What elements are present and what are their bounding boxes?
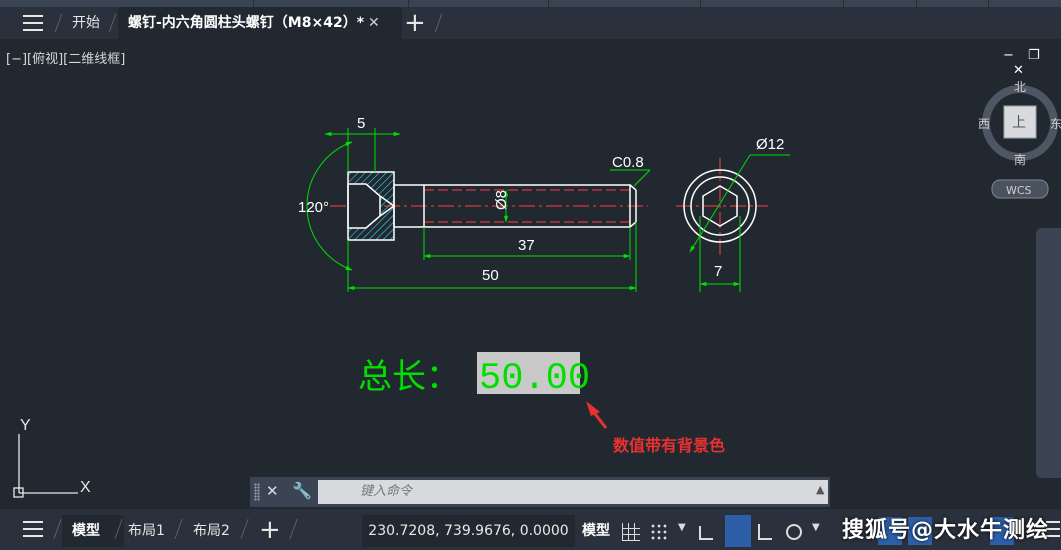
viewcube-south[interactable]: 南 xyxy=(1014,152,1026,167)
navigation-bar[interactable] xyxy=(1036,228,1061,478)
tab-layout2[interactable]: 布局2 xyxy=(193,515,230,547)
chevron-down-icon[interactable]: ▼ xyxy=(812,522,820,533)
command-line: ✕ 🔧 键入命令 ▲ xyxy=(250,477,830,507)
angle-icon[interactable] xyxy=(758,524,772,540)
add-layout-icon[interactable]: + xyxy=(259,517,281,543)
total-length-label: 总长： xyxy=(358,357,460,397)
viewcube-west[interactable]: 西 xyxy=(978,117,990,131)
grip-handle[interactable] xyxy=(254,483,260,501)
command-input[interactable]: 键入命令 xyxy=(318,480,828,504)
ortho-icon[interactable] xyxy=(699,526,713,540)
watermark: 搜狐号@大水牛测绘 xyxy=(842,518,1050,543)
dim-total-length: 50 xyxy=(482,267,499,284)
total-length-value[interactable]: 50.00 xyxy=(479,358,590,400)
ucs-x-label: X xyxy=(80,479,91,496)
dim-hex-width: 7 xyxy=(714,263,722,280)
wrench-icon[interactable]: 🔧 xyxy=(292,481,312,500)
viewcube-north[interactable]: 北 xyxy=(1014,80,1026,94)
ucs-icon xyxy=(13,434,78,498)
coordinate-readout[interactable]: 230.7208, 739.9676, 0.0000 xyxy=(362,515,575,547)
menu-icon[interactable] xyxy=(23,521,43,537)
close-icon[interactable]: ✕ xyxy=(266,482,279,500)
dim-circle-diameter: Ø12 xyxy=(756,136,784,153)
model-space-button[interactable]: 模型 xyxy=(578,515,614,547)
osnap-icon[interactable] xyxy=(786,524,802,540)
chevron-up-icon[interactable]: ▲ xyxy=(816,483,824,496)
dim-thread-length: 37 xyxy=(518,237,535,254)
drawing-canvas[interactable]: 5 120° C0.8 Ø8 37 50 Ø12 7 总长： 50.00 Y X… xyxy=(0,0,1061,550)
viewcube-face[interactable]: 上 xyxy=(1012,115,1026,131)
polar-tracking-icon[interactable] xyxy=(725,515,751,547)
viewcube[interactable] xyxy=(982,85,1058,199)
viewcube-east[interactable]: 东 xyxy=(1050,117,1061,131)
dim-angle: 120° xyxy=(298,199,329,216)
snap-icon[interactable] xyxy=(650,523,668,541)
dim-chamfer: C0.8 xyxy=(612,154,644,171)
ucs-y-label: Y xyxy=(20,417,31,434)
dim-diameter: Ø8 xyxy=(493,190,510,210)
tab-layout1[interactable]: 布局1 xyxy=(128,515,165,547)
tab-model[interactable]: 模型 xyxy=(62,515,124,547)
dim-head-width: 5 xyxy=(357,115,365,132)
annotation-text: 数值带有背景色 xyxy=(613,436,726,455)
grid-icon[interactable] xyxy=(622,523,640,541)
chevron-down-icon[interactable]: ▼ xyxy=(678,522,686,533)
wcs-menu[interactable]: WCS xyxy=(1006,184,1032,197)
annotation-arrow xyxy=(586,401,608,429)
